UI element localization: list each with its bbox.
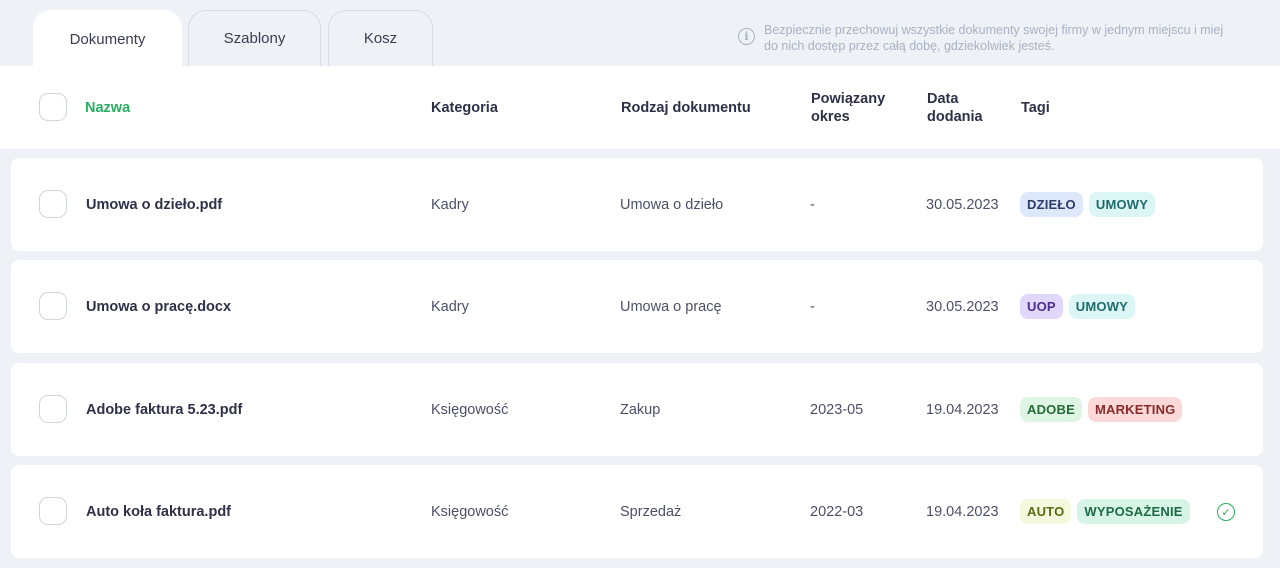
column-header-name[interactable]: Nazwa xyxy=(85,66,130,149)
row-category: Kadry xyxy=(431,298,469,315)
row-tags: UOP UMOWY xyxy=(1020,260,1136,353)
tag-badge[interactable]: UMOWY xyxy=(1088,192,1156,217)
tag-badge[interactable]: MARKETING xyxy=(1087,397,1183,422)
tag-badge[interactable]: WYPOSAŻENIE xyxy=(1077,499,1190,524)
tag-badge[interactable]: AUTO xyxy=(1020,499,1072,524)
row-doc-type: Umowa o pracę xyxy=(620,298,722,315)
table-row[interactable]: Umowa o pracę.docx Kadry Umowa o pracę -… xyxy=(11,260,1263,353)
row-doc-type: Umowa o dzieło xyxy=(620,196,724,213)
tag-badge[interactable]: UOP xyxy=(1020,294,1063,319)
row-name[interactable]: Umowa o pracę.docx xyxy=(86,260,231,353)
info-text: Bezpiecznie przechowuj wszystkie dokumen… xyxy=(764,22,1223,54)
row-tags: DZIEŁO UMOWY xyxy=(1020,158,1156,251)
column-header-date-line2: dodania xyxy=(927,108,983,125)
table-row[interactable]: Umowa o dzieło.pdf Kadry Umowa o dzieło … xyxy=(11,158,1263,251)
column-header-date[interactable]: Data dodania xyxy=(927,66,983,149)
column-header-doc-type[interactable]: Rodzaj dokumentu xyxy=(621,66,751,149)
row-period: - xyxy=(810,298,815,315)
row-category: Księgowość xyxy=(431,503,509,520)
select-all-checkbox[interactable] xyxy=(39,93,67,121)
table-row[interactable]: Adobe faktura 5.23.pdf Księgowość Zakup … xyxy=(11,363,1263,456)
row-date: 19.04.2023 xyxy=(926,503,999,520)
row-date: 30.05.2023 xyxy=(926,196,999,213)
row-period: 2023-05 xyxy=(810,401,864,418)
row-category: Kadry xyxy=(431,196,469,213)
row-date: 19.04.2023 xyxy=(926,401,999,418)
row-tags: ADOBE MARKETING xyxy=(1020,363,1183,456)
check-circle-icon[interactable]: ✓ xyxy=(1217,503,1235,521)
tab-dokumenty[interactable]: Dokumenty xyxy=(33,10,182,67)
column-header-category[interactable]: Kategoria xyxy=(431,66,498,149)
info-icon: i xyxy=(738,28,755,45)
tag-badge[interactable]: UMOWY xyxy=(1068,294,1136,319)
column-header-period[interactable]: Powiązany okres xyxy=(811,66,885,149)
row-checkbox[interactable] xyxy=(39,395,67,423)
info-text-line2: do nich dostęp przez całą dobę, gdziekol… xyxy=(764,39,1055,53)
row-period: 2022-03 xyxy=(810,503,864,520)
column-header-period-line2: okres xyxy=(811,108,850,125)
row-category: Księgowość xyxy=(431,401,509,418)
tab-kosz[interactable]: Kosz xyxy=(328,10,433,66)
column-header-period-line1: Powiązany xyxy=(811,90,886,107)
row-name[interactable]: Auto koła faktura.pdf xyxy=(86,465,231,558)
row-tags: AUTO WYPOSAŻENIE xyxy=(1020,465,1190,558)
row-period: - xyxy=(810,196,815,213)
row-date: 30.05.2023 xyxy=(926,298,999,315)
table-row[interactable]: Auto koła faktura.pdf Księgowość Sprzeda… xyxy=(11,465,1263,558)
row-checkbox[interactable] xyxy=(39,190,67,218)
column-header-date-line1: Data xyxy=(927,90,959,107)
row-name[interactable]: Umowa o dzieło.pdf xyxy=(86,158,222,251)
tag-badge[interactable]: DZIEŁO xyxy=(1020,192,1083,217)
row-doc-type: Sprzedaż xyxy=(620,503,682,520)
row-doc-type: Zakup xyxy=(620,401,661,418)
row-checkbox[interactable] xyxy=(39,292,67,320)
row-name[interactable]: Adobe faktura 5.23.pdf xyxy=(86,363,242,456)
row-checkbox[interactable] xyxy=(39,497,67,525)
table-header: Nazwa Kategoria Rodzaj dokumentu Powiąza… xyxy=(0,66,1280,149)
column-header-tags[interactable]: Tagi xyxy=(1021,66,1050,149)
info-banner: i Bezpiecznie przechowuj wszystkie dokum… xyxy=(738,22,1268,54)
tab-bar: Dokumenty Szablony Kosz i Bezpiecznie pr… xyxy=(0,0,1280,67)
tag-badge[interactable]: ADOBE xyxy=(1020,397,1082,422)
tab-szablony[interactable]: Szablony xyxy=(188,10,321,66)
info-text-line1: Bezpiecznie przechowuj wszystkie dokumen… xyxy=(764,23,1224,37)
